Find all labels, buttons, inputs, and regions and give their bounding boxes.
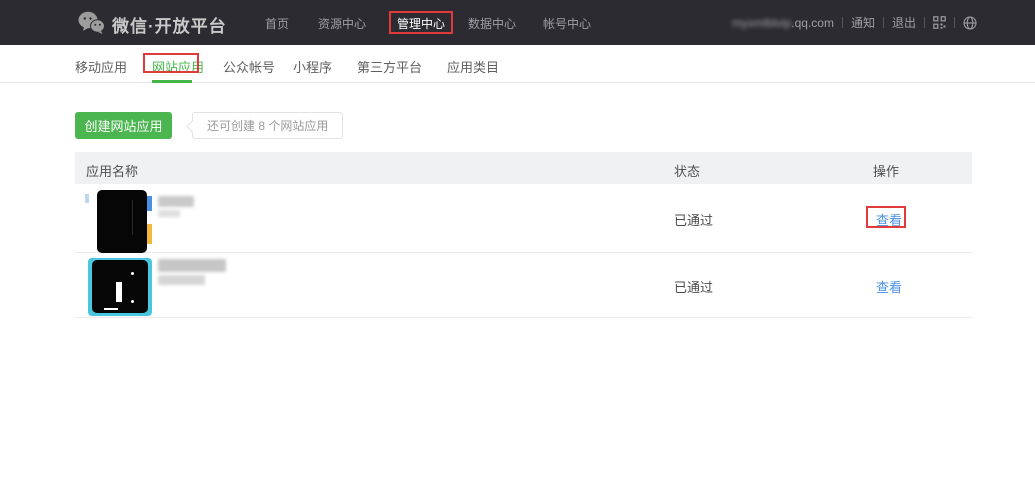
app-table: 应用名称 状态 操作 已通过 查看 已通过 查看: [75, 152, 972, 318]
nav-item-account-center[interactable]: 帐号中心: [543, 15, 591, 32]
view-link[interactable]: 查看: [876, 210, 902, 229]
account-email-blurred: myxmlblvip: [731, 15, 792, 30]
tab-website-app[interactable]: 网站应用: [152, 57, 204, 76]
nav-item-home[interactable]: 首页: [265, 15, 289, 32]
top-header-bar: 微信·开放平台 首页 资源中心 管理中心 数据中心 帐号中心 myxmlblvi…: [0, 0, 1035, 45]
column-header-action: 操作: [873, 164, 900, 179]
app-type-tabbar: 移动应用 网站应用 公众帐号 小程序 第三方平台 应用类目: [0, 45, 1035, 83]
tab-mobile-app[interactable]: 移动应用: [75, 57, 127, 76]
divider: [924, 17, 925, 28]
account-email-domain: .qq.com: [791, 15, 834, 30]
nav-item-management-center[interactable]: 管理中心: [397, 15, 445, 32]
logout-link[interactable]: 退出: [892, 14, 916, 31]
quota-tip: 还可创建 8 个网站应用: [192, 112, 344, 139]
tab-third-party-platform[interactable]: 第三方平台: [357, 57, 422, 76]
create-website-app-button[interactable]: 创建网站应用: [75, 112, 172, 139]
censored-app-logo: [92, 260, 148, 313]
wechat-open-platform-page: 微信·开放平台 首页 资源中心 管理中心 数据中心 帐号中心 myxmlblvi…: [0, 0, 1035, 498]
notifications-link[interactable]: 通知: [851, 14, 875, 31]
active-tab-underline: [152, 80, 192, 83]
column-header-app-name: 应用名称: [86, 164, 139, 179]
divider: [882, 17, 884, 28]
divider: [954, 17, 955, 28]
wechat-logo-icon: [78, 11, 105, 34]
qr-code-icon[interactable]: [933, 16, 946, 29]
brand-title: 微信·开放平台: [112, 17, 227, 36]
status-text: 已通过: [674, 280, 714, 295]
globe-icon[interactable]: [963, 15, 977, 30]
censor-artifact: [85, 194, 89, 203]
censored-app-name: [158, 196, 194, 207]
tab-official-account[interactable]: 公众帐号: [223, 57, 275, 76]
account-area: myxmlblvip.qq.com 通知 退出: [732, 0, 977, 45]
censored-app-name: [158, 210, 180, 217]
column-header-status: 状态: [674, 164, 701, 179]
censored-app-logo: [97, 190, 147, 253]
status-text: 已通过: [674, 213, 714, 228]
nav-item-data-center[interactable]: 数据中心: [468, 15, 516, 32]
tab-mini-program[interactable]: 小程序: [293, 57, 332, 76]
table-row: 已通过 查看: [75, 184, 972, 253]
censored-app-name: [158, 259, 226, 272]
nav-item-resource-center[interactable]: 资源中心: [318, 15, 366, 32]
censored-app-name: [158, 275, 205, 285]
account-email: myxmlblvip.qq.com: [732, 16, 834, 30]
divider: [841, 17, 843, 28]
view-link[interactable]: 查看: [876, 277, 902, 296]
tab-app-category[interactable]: 应用类目: [447, 57, 499, 76]
table-header-row: 应用名称 状态 操作: [75, 152, 972, 184]
